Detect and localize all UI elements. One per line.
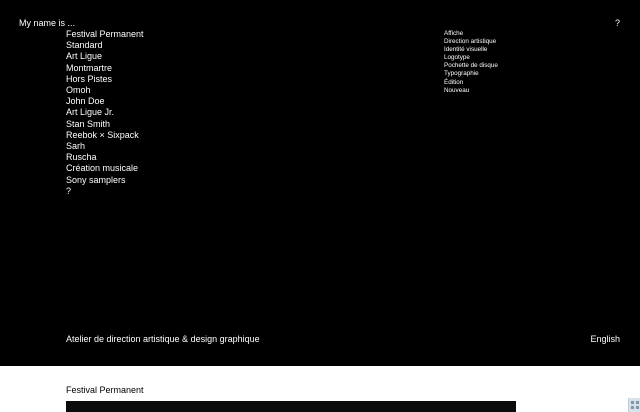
project-item-creation-musicale[interactable]: Création musicale (66, 163, 144, 174)
project-section-title: Festival Permanent (66, 385, 144, 395)
project-section: Festival Permanent (0, 366, 640, 412)
category-item-edition[interactable]: Édition (444, 79, 498, 87)
category-item-nouveau[interactable]: Nouveau (444, 87, 498, 95)
site-name-link[interactable]: My name is ... (19, 18, 75, 29)
help-link[interactable]: ? (615, 18, 620, 29)
hero-section: My name is ... ? Festival Permanent Stan… (0, 0, 640, 366)
studio-tagline: Atelier de direction artistique & design… (66, 334, 260, 344)
project-item-art-ligue-jr[interactable]: Art Ligue Jr. (66, 107, 144, 118)
project-item-ruscha[interactable]: Ruscha (66, 152, 144, 163)
project-item-festival-permanent[interactable]: Festival Permanent (66, 29, 144, 40)
category-item-pochette-de-disque[interactable]: Pochette de disque (444, 62, 498, 70)
project-item-john-doe[interactable]: John Doe (66, 96, 144, 107)
category-item-logotype[interactable]: Logotype (444, 54, 498, 62)
project-item-sony-samplers[interactable]: Sony samplers (66, 175, 144, 186)
project-item-standard[interactable]: Standard (66, 40, 144, 51)
project-item-montmartre[interactable]: Montmartre (66, 63, 144, 74)
project-item-sarh[interactable]: Sarh (66, 141, 144, 152)
category-item-direction-artistique[interactable]: Direction artistique (444, 38, 498, 46)
grid-icon[interactable] (628, 398, 640, 412)
project-item-stan-smith[interactable]: Stan Smith (66, 119, 144, 130)
category-item-typographie[interactable]: Typographie (444, 70, 498, 78)
project-item-art-ligue[interactable]: Art Ligue (66, 51, 144, 62)
language-switch-link[interactable]: English (590, 334, 620, 345)
category-item-identite-visuelle[interactable]: Identité visuelle (444, 46, 498, 54)
project-item-hors-pistes[interactable]: Hors Pistes (66, 74, 144, 85)
project-list: Festival Permanent Standard Art Ligue Mo… (66, 29, 144, 197)
project-item-reebok-sixpack[interactable]: Reebok × Sixpack (66, 130, 144, 141)
project-item-unknown[interactable]: ? (66, 186, 144, 197)
category-filter-list: Affiche Direction artistique Identité vi… (444, 30, 498, 95)
category-item-affiche[interactable]: Affiche (444, 30, 498, 38)
project-media (66, 401, 516, 412)
project-item-omoh[interactable]: Omoh (66, 85, 144, 96)
